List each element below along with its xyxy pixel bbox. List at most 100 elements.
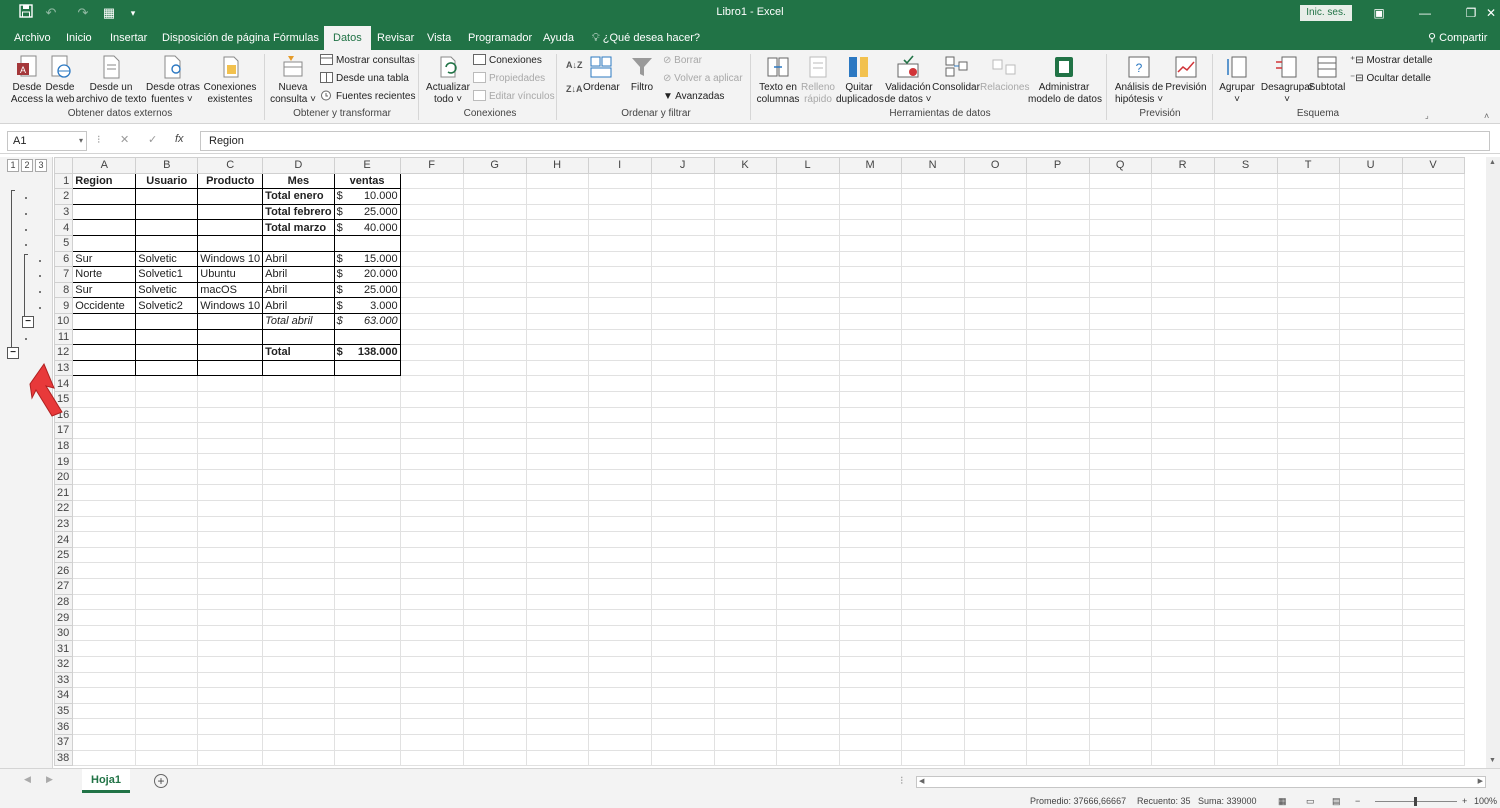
cell[interactable] [1401,640,1465,657]
cell[interactable] [399,188,464,205]
cell[interactable] [197,640,264,657]
cell[interactable] [1213,437,1278,455]
cell[interactable] [399,437,464,455]
cell[interactable] [775,281,840,299]
cell[interactable] [650,328,715,346]
cell[interactable] [197,578,264,595]
cell[interactable] [333,375,401,392]
cell[interactable] [1338,578,1403,595]
cell[interactable] [1213,749,1278,767]
cell[interactable] [333,593,401,611]
cell[interactable] [650,234,715,252]
column-header-g[interactable]: G [462,157,527,174]
connections-button[interactable]: Conexiones [473,53,542,69]
cell[interactable] [713,609,777,626]
cell[interactable] [525,702,589,720]
tab-splitter-icon[interactable]: ⁝ [900,774,904,787]
cell[interactable] [713,188,777,205]
cell[interactable] [1338,656,1403,673]
cell[interactable] [713,562,777,580]
cell[interactable] [963,359,1027,377]
cell[interactable] [900,406,965,424]
normal-view-icon[interactable]: ▦ [1278,796,1287,807]
cell[interactable] [963,500,1027,517]
cell[interactable] [1401,359,1465,377]
cell[interactable] [1025,406,1090,424]
cell[interactable] [650,531,715,548]
cell[interactable] [525,234,589,252]
cell[interactable] [587,640,652,657]
cell[interactable] [72,656,137,673]
insert-function-icon[interactable]: fx [175,133,184,145]
cell-e[interactable]: $25.000 [333,203,401,221]
cell[interactable] [525,422,589,439]
cell[interactable] [838,359,902,377]
cell[interactable] [650,437,715,455]
cell[interactable] [1401,578,1465,595]
cell[interactable] [963,640,1027,657]
cell[interactable] [963,749,1027,767]
cell[interactable] [333,515,401,533]
cell[interactable] [900,484,965,502]
scroll-left-icon[interactable]: ◀ [919,777,924,785]
sort-az-icon[interactable]: A↓Z [566,57,583,73]
name-box[interactable]: A1 ▾ [7,131,87,151]
cell[interactable] [650,593,715,611]
cell[interactable] [72,593,137,611]
cell[interactable] [963,328,1027,346]
cell[interactable] [262,515,335,533]
cell[interactable] [587,422,652,439]
cell[interactable] [1401,609,1465,626]
cell[interactable] [650,219,715,236]
column-header-k[interactable]: K [713,157,777,174]
scroll-up-icon[interactable]: ▲ [1489,159,1496,166]
cell[interactable] [1025,281,1090,299]
cell-d[interactable]: Abril [262,281,335,299]
cell[interactable] [1338,562,1403,580]
cell[interactable] [1338,219,1403,236]
row-header[interactable]: 25 [54,546,74,564]
cell-c[interactable] [197,359,264,377]
cell-b[interactable] [135,234,199,252]
cell[interactable] [333,406,401,424]
cell[interactable] [1401,515,1465,533]
cell[interactable] [1213,219,1278,236]
cell[interactable] [72,422,137,439]
cell[interactable] [135,671,199,689]
cell[interactable] [587,624,652,642]
cell[interactable] [1088,203,1152,221]
cell-e[interactable] [333,234,401,252]
cell[interactable] [1150,406,1215,424]
cell[interactable] [963,219,1027,236]
group-button[interactable]: Agrupar ˅ [1216,54,1258,106]
cell[interactable] [1276,453,1340,470]
cell[interactable] [1276,172,1340,190]
refresh-all-button[interactable]: Actualizar todo ˅ [424,54,472,106]
cell[interactable] [650,656,715,673]
cell[interactable] [900,344,965,361]
column-header-d[interactable]: D [262,157,335,174]
cell[interactable] [197,422,264,439]
cell[interactable] [900,531,965,548]
cell[interactable] [838,297,902,314]
cell[interactable] [72,515,137,533]
cell[interactable] [587,515,652,533]
cell[interactable] [1276,702,1340,720]
cell[interactable] [713,468,777,486]
advanced-filter-button[interactable]: ▼ Avanzadas [663,89,724,105]
from-other-sources-button[interactable]: Desde otras fuentes ˅ [146,54,200,106]
column-header-e[interactable]: E [333,157,401,174]
cell[interactable] [1213,312,1278,330]
cell[interactable] [462,203,527,221]
column-header-b[interactable]: B [135,157,199,174]
cell[interactable] [197,702,264,720]
cell[interactable] [1150,718,1215,735]
properties-button[interactable]: Propiedades [473,71,545,87]
collapse-group-row10-button[interactable]: − [22,316,34,328]
cell[interactable] [1025,266,1090,283]
cell[interactable] [775,578,840,595]
cell[interactable] [1088,702,1152,720]
cell[interactable] [1025,484,1090,502]
cell[interactable] [462,281,527,299]
cell[interactable] [587,562,652,580]
